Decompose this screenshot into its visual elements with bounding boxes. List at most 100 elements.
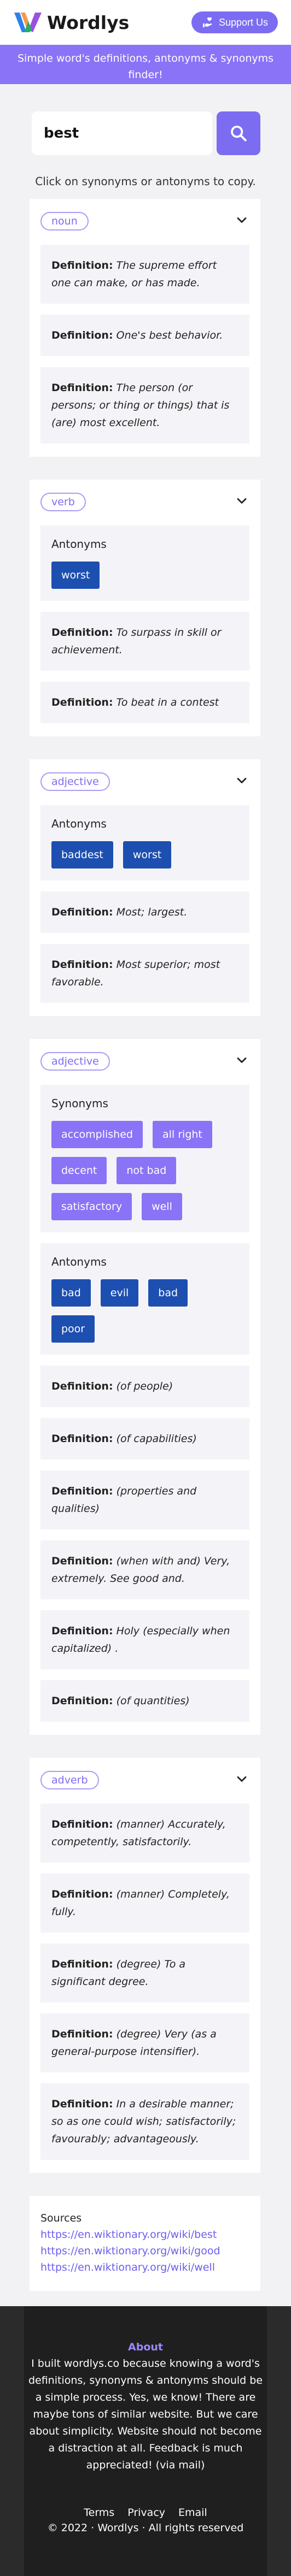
definition-item: Definition: (manner) Accurately, compete…	[40, 1804, 249, 1863]
definition-label: Definition:	[51, 2098, 113, 2110]
card-header[interactable]: verb	[40, 493, 249, 511]
definition-text: Most; largest.	[116, 906, 188, 918]
results-list: noun Definition: The supreme effort one c…	[0, 199, 291, 2173]
card-header[interactable]: adjective	[40, 772, 249, 791]
antonym-chip[interactable]: baddest	[51, 841, 113, 868]
word-card: adjective Antonyms baddest worst Definition:…	[30, 759, 260, 1016]
antonyms-group-title: Antonyms	[51, 537, 107, 551]
antonyms-group-chips: worst	[51, 562, 238, 589]
word-card: noun Definition: The supreme effort one c…	[30, 199, 260, 457]
antonym-chip[interactable]: bad	[148, 1279, 188, 1307]
search-bar	[32, 111, 291, 155]
antonym-chip[interactable]: poor	[51, 1315, 95, 1343]
definition-item: Definition: (of quantities)	[40, 1680, 249, 1722]
part-of-speech-badge: adjective	[40, 772, 110, 791]
definition-label: Definition:	[51, 1555, 113, 1567]
support-us-button[interactable]: Support Us	[191, 11, 278, 33]
privacy-link[interactable]: Privacy	[127, 2507, 165, 2519]
definition-label: Definition:	[51, 2028, 113, 2040]
definition-item: Definition: (of capabilities)	[40, 1418, 249, 1460]
source-link[interactable]: https://en.wiktionary.org/wiki/best	[40, 2226, 249, 2243]
search-icon	[231, 126, 247, 141]
synonym-chip[interactable]: satisfactory	[51, 1193, 132, 1220]
definition-item: Definition: (properties and qualities)	[40, 1470, 249, 1529]
logo-text: Wordlys	[47, 11, 130, 33]
antonym-chip[interactable]: evil	[100, 1279, 139, 1307]
antonyms-group: Antonyms worst	[40, 525, 249, 601]
definition-label: Definition:	[51, 1818, 113, 1830]
synonym-chip[interactable]: accomplished	[51, 1121, 143, 1148]
definition-text: One's best behavior.	[116, 329, 223, 341]
search-input[interactable]	[32, 111, 212, 155]
antonym-chip[interactable]: bad	[51, 1279, 91, 1307]
footer-content: About I built wordlys.co because knowing…	[24, 2306, 267, 2576]
definition-label: Definition:	[51, 382, 113, 394]
chevron-down-icon[interactable]	[234, 1053, 249, 1070]
definition-item: Definition: (manner) Completely, fully.	[40, 1874, 249, 1933]
card-header[interactable]: adjective	[40, 1052, 249, 1071]
part-of-speech-badge: adverb	[40, 1771, 99, 1789]
word-card: adjective Synonyms accomplished all right de…	[30, 1039, 260, 1735]
synonyms-group-chips: accomplished all right decent not bad satisf…	[51, 1121, 238, 1220]
search-button[interactable]	[217, 111, 260, 155]
antonyms-group-chips: baddest worst	[51, 841, 238, 868]
definition-label: Definition:	[51, 259, 113, 271]
definition-text: (of quantities)	[116, 1695, 190, 1707]
header: Wordlys Support Us	[0, 0, 291, 45]
definition-label: Definition:	[51, 696, 113, 708]
definition-item: Definition: The supreme effort one can m…	[40, 245, 249, 304]
definition-label: Definition:	[51, 627, 113, 639]
sources-title: Sources	[40, 2212, 82, 2224]
definition-item: Definition: (when with and) Very, extrem…	[40, 1540, 249, 1599]
synonym-chip[interactable]: not bad	[117, 1157, 177, 1184]
definition-text: (of people)	[116, 1380, 173, 1392]
word-card: adverb Definition: (manner) Accurately, c…	[30, 1758, 260, 2173]
definition-label: Definition:	[51, 959, 113, 971]
logo[interactable]: Wordlys	[13, 10, 129, 34]
definition-item: Definition: In a desirable manner; so as…	[40, 2083, 249, 2160]
chevron-down-icon[interactable]	[234, 1771, 249, 1789]
definition-label: Definition:	[51, 906, 113, 918]
definition-item: Definition: To surpass in skill or achie…	[40, 612, 249, 671]
definition-label: Definition:	[51, 1485, 113, 1497]
source-link[interactable]: https://en.wiktionary.org/wiki/well	[40, 2259, 249, 2276]
antonyms-group: Antonyms bad evil bad poor	[40, 1243, 249, 1355]
synonyms-group: Synonyms accomplished all right decent not b…	[40, 1085, 249, 1232]
footer: About I built wordlys.co because knowing…	[0, 2306, 291, 2576]
antonym-chip[interactable]: worst	[51, 562, 100, 589]
part-of-speech-badge: adjective	[40, 1052, 110, 1071]
definition-item: Definition: (of people)	[40, 1366, 249, 1407]
copyright: © 2022 · Wordlys · All rights reserved	[47, 2522, 244, 2534]
definition-label: Definition:	[51, 1380, 113, 1392]
definition-item: Definition: One's best behavior.	[40, 315, 249, 356]
heart-hand-icon	[202, 17, 212, 27]
chevron-down-icon[interactable]	[234, 493, 249, 511]
definition-item: Definition: (degree) Very (as a general-…	[40, 2013, 249, 2072]
definition-item: Definition: (degree) To a significant de…	[40, 1943, 249, 2002]
definition-label: Definition:	[51, 329, 113, 341]
definition-text: (of capabilities)	[116, 1433, 197, 1445]
card-header[interactable]: noun	[40, 212, 249, 231]
synonym-chip[interactable]: well	[142, 1193, 182, 1220]
definition-label: Definition:	[51, 1888, 113, 1900]
definition-label: Definition:	[51, 1625, 113, 1637]
definition-label: Definition:	[51, 1958, 113, 1970]
copy-hint: Click on synonyms or antonyms to copy.	[35, 175, 256, 188]
antonym-chip[interactable]: worst	[123, 841, 172, 868]
definition-item: Definition: The person (or persons; or t…	[40, 367, 249, 444]
definition-text: To beat in a contest	[116, 696, 219, 708]
terms-link[interactable]: Terms	[84, 2507, 114, 2519]
chevron-down-icon[interactable]	[234, 773, 249, 790]
synonym-chip[interactable]: all right	[152, 1121, 212, 1148]
sources-section: Sources https://en.wiktionary.org/wiki/b…	[30, 2196, 260, 2291]
about-text: I built wordlys.co because knowing a wor…	[28, 2358, 263, 2471]
source-link[interactable]: https://en.wiktionary.org/wiki/good	[40, 2243, 249, 2259]
antonyms-group-title: Antonyms	[51, 1255, 107, 1268]
card-header[interactable]: adverb	[40, 1771, 249, 1789]
definition-item: Definition: Holy (especially when capita…	[40, 1610, 249, 1669]
synonym-chip[interactable]: decent	[51, 1157, 107, 1184]
email-link[interactable]: Email	[178, 2507, 207, 2519]
definition-item: Definition: Most superior; most favorabl…	[40, 944, 249, 1003]
definition-label: Definition:	[51, 1695, 113, 1707]
chevron-down-icon[interactable]	[234, 212, 249, 230]
